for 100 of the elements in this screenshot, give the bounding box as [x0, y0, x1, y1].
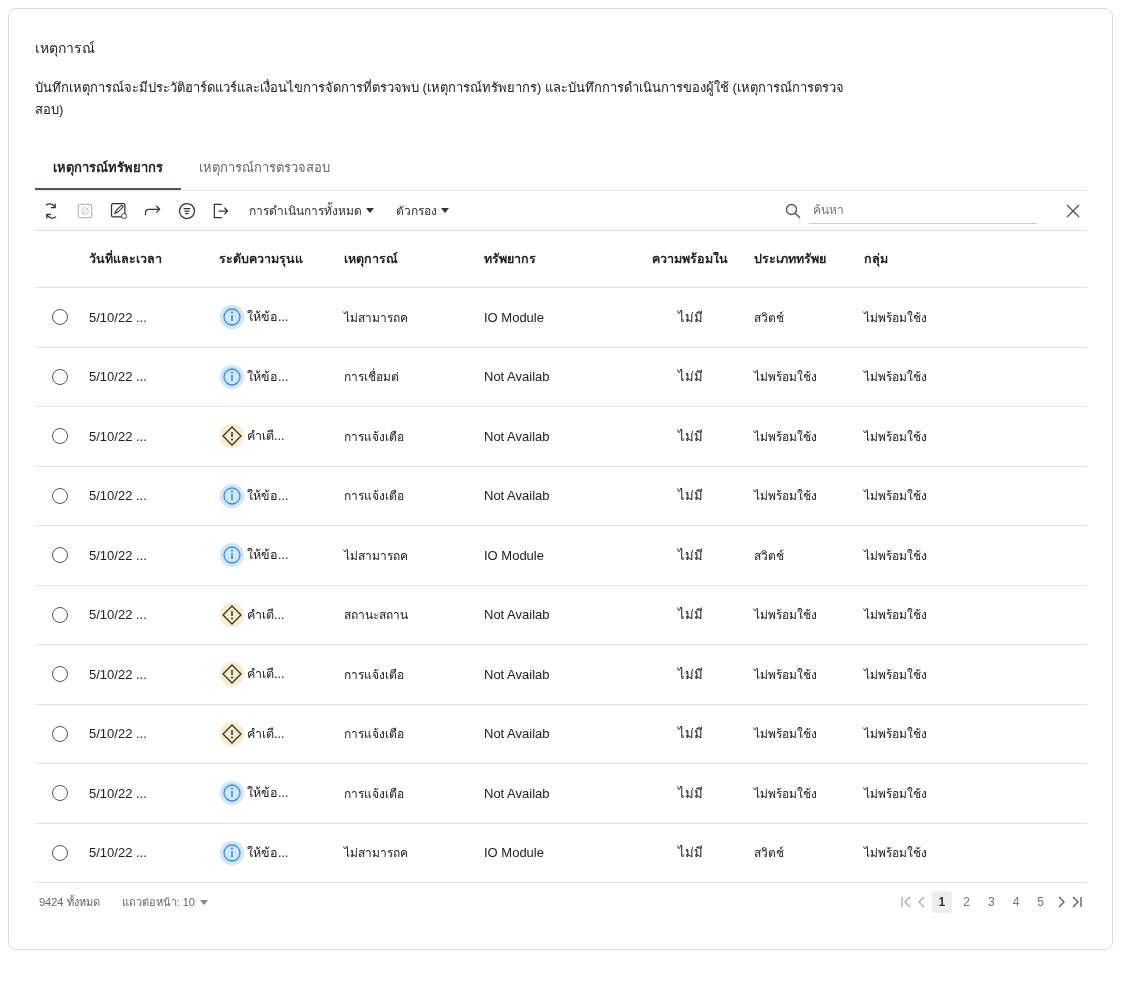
table-cell: ไม่พร้อมใช้ง: [864, 846, 927, 861]
table-cell: ไม่สามารถค: [344, 310, 408, 325]
table-cell: IO Module: [484, 309, 544, 325]
table-cell: ไม่มี: [677, 785, 703, 801]
table-cell: การเชื่อมต่: [344, 370, 399, 385]
table-cell-text: ให้ข้อ...: [247, 368, 289, 386]
warning-icon: [219, 601, 245, 628]
table-cell-text: ให้ข้อ...: [247, 844, 289, 862]
dropdown-menu[interactable]: ตัวกรอง: [392, 201, 453, 220]
table-cell: สถานะสถาน: [344, 608, 408, 623]
table-cell: ไม่พร้อมใช้ง: [754, 727, 817, 742]
table-cell: ไม่สามารถค: [344, 846, 408, 861]
info-icon: [219, 542, 245, 569]
column-header[interactable]: กลุ่ม: [864, 249, 888, 269]
table-cell: ไม่พร้อมใช้ง: [864, 608, 927, 623]
table-cell: สวิตช์: [754, 846, 784, 861]
table-cell: ไม่พร้อมใช้ง: [864, 727, 927, 742]
table-cell: การแจ้งเตือ: [344, 727, 404, 742]
table-cell: ไม่พร้อมใช้ง: [864, 667, 927, 682]
table-cell: 5/10/22 ...: [89, 785, 147, 801]
table-cell: 5/10/22 ...: [89, 547, 147, 563]
table-cell: ไม่พร้อมใช้ง: [754, 429, 817, 444]
page-button[interactable]: 5: [1030, 891, 1051, 913]
table-cell-text: คำเตื...: [247, 428, 285, 446]
table-cell-text: คำเตื...: [247, 666, 285, 684]
info-icon: [219, 839, 245, 866]
table-cell: Not Availab: [484, 369, 550, 385]
table-cell: 5/10/22 ...: [89, 607, 147, 623]
search-field[interactable]: ค้นหา: [809, 197, 1037, 224]
page-button[interactable]: 3: [980, 891, 1002, 913]
table-cell: Not Availab: [484, 488, 550, 504]
table-cell: ไม่พร้อมใช้ง: [754, 370, 817, 385]
tab[interactable]: เหตุการณ์การตรวจสอบ: [181, 151, 348, 190]
table-cell: การแจ้งเตือ: [344, 429, 404, 444]
table-cell: การแจ้งเตือ: [344, 786, 404, 801]
table-cell: สวิตช์: [754, 310, 784, 325]
table-cell: 5/10/22 ...: [89, 488, 147, 504]
table-cell: 5/10/22 ...: [89, 369, 147, 385]
column-header[interactable]: วันที่และเวลา: [89, 249, 162, 269]
table-cell-text: ให้ข้อ...: [247, 309, 289, 327]
column-header[interactable]: ประเภททรัพย: [754, 249, 826, 269]
table-cell: ไม่มี: [677, 309, 703, 325]
table-cell: ไม่พร้อมใช้ง: [864, 310, 927, 325]
table-cell: การแจ้งเตือ: [344, 489, 404, 504]
table-cell: ไม่มี: [677, 845, 703, 861]
last-page-icon[interactable]: [1071, 896, 1083, 908]
table-cell: ไม่มี: [677, 369, 703, 385]
column-header[interactable]: เหตุการณ์: [344, 249, 398, 269]
filter-icon[interactable]: [177, 200, 197, 221]
table-cell: 5/10/22 ...: [89, 726, 147, 742]
table-cell: ไม่มี: [677, 488, 703, 504]
table-cell-text: คำเตื...: [247, 725, 285, 743]
table-cell-text: คำเตื...: [247, 606, 285, 624]
table-cell-text: ให้ข้อ...: [247, 487, 289, 505]
column-header[interactable]: ทรัพยากร: [484, 249, 536, 269]
column-header[interactable]: ความพร้อมใน: [652, 249, 728, 269]
info-icon: [219, 780, 245, 807]
table-cell: 5/10/22 ...: [89, 428, 147, 444]
table-cell: ไม่พร้อมใช้ง: [864, 548, 927, 563]
page-button[interactable]: 2: [956, 891, 977, 913]
table-cell: การแจ้งเตือ: [344, 667, 404, 682]
table-cell: ไม่พร้อมใช้ง: [864, 429, 927, 444]
table-cell: 5/10/22 ...: [89, 666, 147, 682]
column-header[interactable]: ระดับความรุนแ: [219, 249, 303, 269]
table-cell-text: ให้ข้อ...: [247, 785, 289, 803]
table-cell: ไม่พร้อมใช้ง: [864, 786, 927, 801]
table-cell: ไม่พร้อมใช้ง: [754, 667, 817, 682]
table-cell: ไม่มี: [677, 666, 703, 682]
table-cell: ไม่พร้อมใช้ง: [754, 489, 817, 504]
description: บันทึกเหตุการณ์จะมีประวัติฮาร์ดแวร์และเงื่อนไขการจัดการที่ตรวจพบ (เหตุการณ์ทรัพยากร) และบันทึกการดำเนินการของผู้ใช้ (เหตุการณ์การตรวจสอบ): [35, 78, 845, 119]
table-cell: 5/10/22 ...: [89, 845, 147, 861]
warning-icon: [219, 423, 245, 450]
table-cell: Not Availab: [484, 428, 550, 444]
page-button[interactable]: 4: [1005, 891, 1027, 913]
table-cell: Not Availab: [484, 785, 550, 801]
table-cell: ไม่มี: [677, 428, 703, 444]
table-cell: ไม่พร้อมใช้ง: [754, 608, 817, 623]
rows-per-page-dropdown[interactable]: แถวต่อหน้า: 10: [117, 893, 212, 911]
page-button[interactable]: 1: [931, 891, 953, 913]
table-cell: ไม่มี: [677, 607, 703, 623]
table-cell: 5/10/22 ...: [89, 309, 147, 325]
table-cell: ไม่พร้อมใช้ง: [754, 786, 817, 801]
table-cell: สวิตช์: [754, 548, 784, 563]
total-count: 9424 ทั้งหมด: [39, 894, 100, 910]
tab[interactable]: เหตุการณ์ทรัพยากร: [35, 151, 181, 190]
table-cell: ไม่พร้อมใช้ง: [864, 370, 927, 385]
info-icon: [219, 304, 245, 331]
table-cell: IO Module: [484, 845, 544, 861]
page-title: เหตุการณ์: [35, 39, 96, 59]
warning-icon: [219, 661, 245, 688]
close-button[interactable]: [1065, 202, 1081, 219]
info-icon: [219, 482, 245, 509]
table-cell: ไม่สามารถค: [344, 548, 408, 563]
warning-icon: [219, 720, 245, 747]
dropdown-menu[interactable]: การดำเนินการทั้งหมด: [245, 201, 378, 220]
table-cell: ไม่มี: [677, 726, 703, 742]
table-cell: Not Availab: [484, 726, 550, 742]
search-icon: [785, 202, 801, 219]
table-cell: IO Module: [484, 547, 544, 563]
edit-icon[interactable]: [109, 200, 129, 221]
